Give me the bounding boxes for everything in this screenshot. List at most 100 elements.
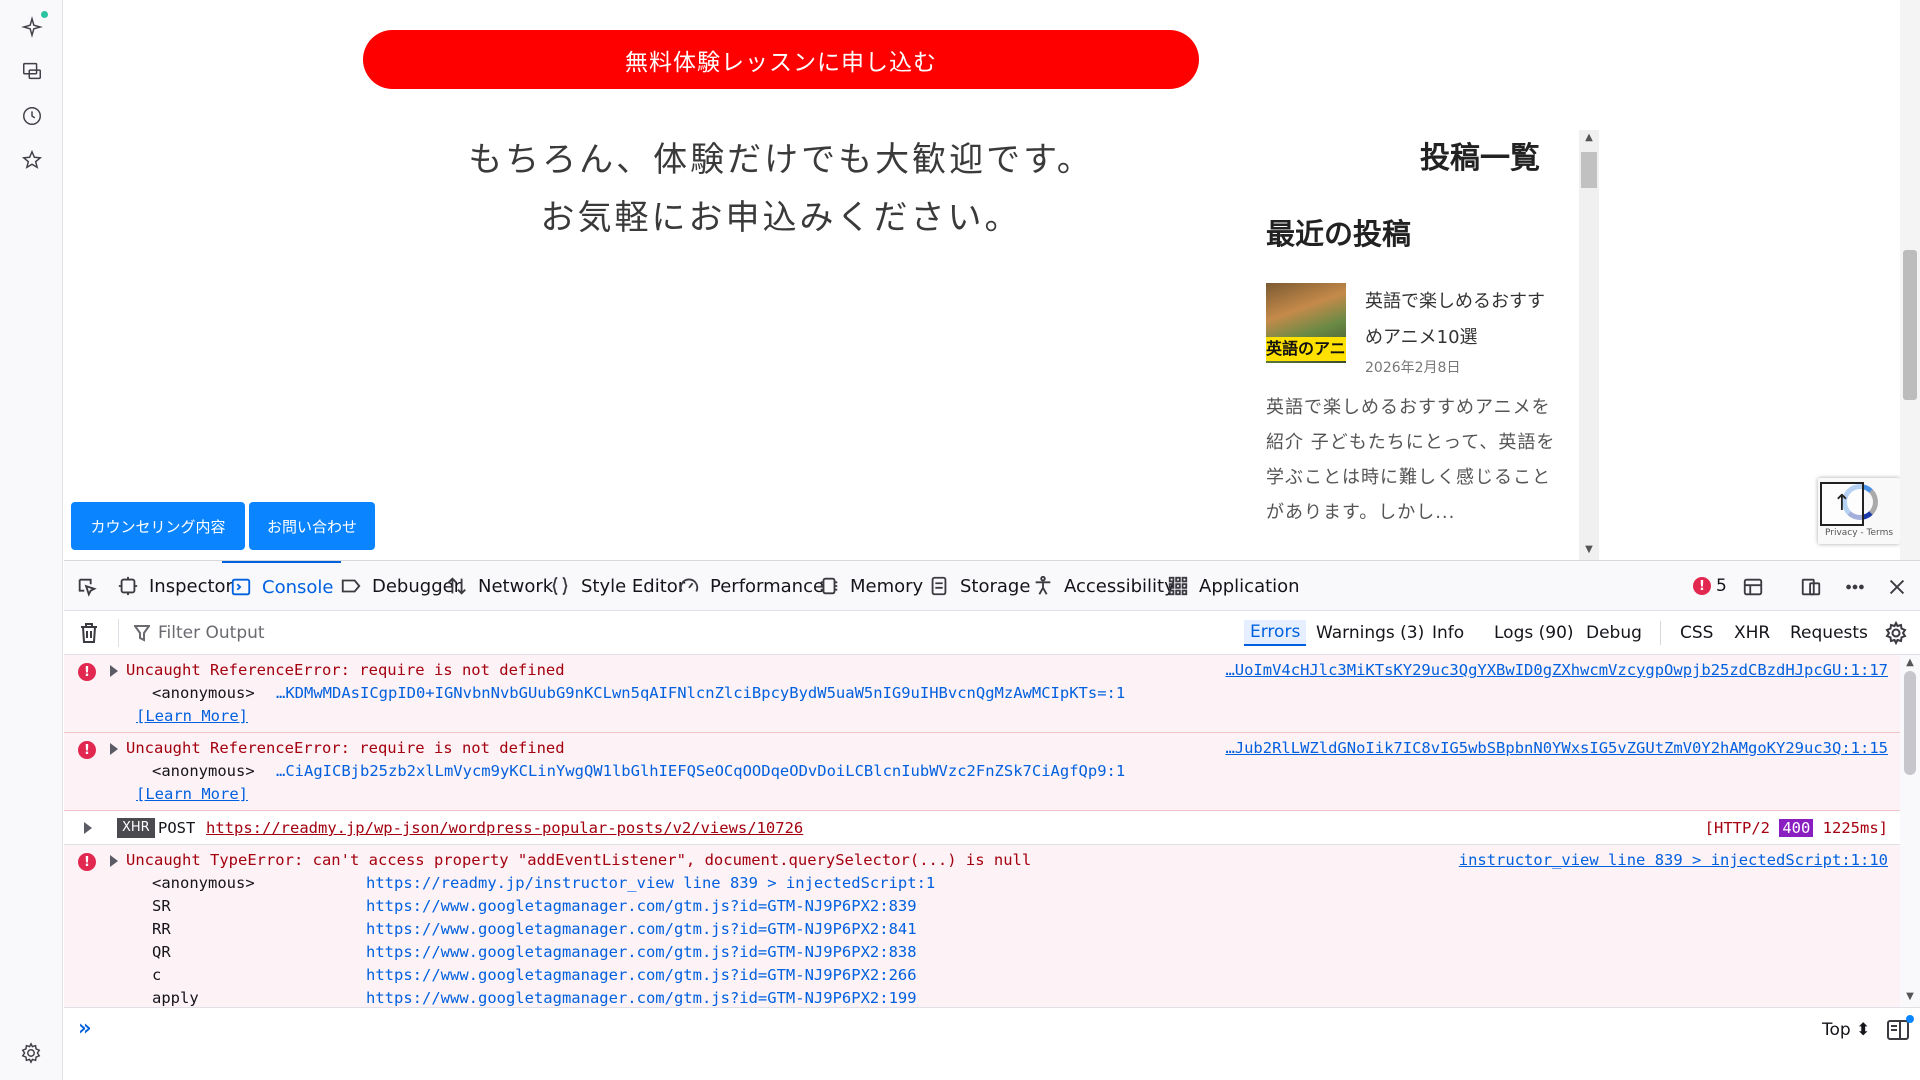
- history-icon[interactable]: [19, 103, 45, 129]
- learn-more-link[interactable]: [Learn More]: [136, 707, 248, 725]
- filter-requests[interactable]: Requests: [1784, 620, 1874, 646]
- synced-tabs-icon[interactable]: [19, 58, 45, 84]
- tab-performance[interactable]: Performance: [670, 561, 832, 611]
- console-input[interactable]: [110, 1016, 1710, 1044]
- stack-function: <anonymous>: [152, 762, 255, 780]
- expand-arrow-icon[interactable]: [110, 665, 118, 677]
- divider: [1660, 621, 1661, 645]
- error-count-badge[interactable]: ! 5: [1693, 573, 1727, 599]
- recaptcha-terms[interactable]: Privacy - Terms: [1818, 528, 1900, 538]
- split-console-icon[interactable]: [1740, 574, 1766, 600]
- tab-application[interactable]: Application: [1159, 561, 1308, 611]
- contact-button[interactable]: お問い合わせ: [249, 502, 375, 550]
- context-selector[interactable]: Top ⬍: [1822, 1020, 1870, 1040]
- scroll-down-icon[interactable]: ▼: [1904, 991, 1916, 1003]
- error-source-link[interactable]: …UoImV4cHJlc3MiKTsKY29uc3QgYXBwID0gZXhwc…: [1225, 661, 1888, 679]
- tab-memory[interactable]: Memory: [810, 561, 931, 611]
- window-scrollbar[interactable]: [1900, 0, 1920, 560]
- xhr-status-code: 400: [1779, 819, 1814, 837]
- filter-logs[interactable]: Logs (90): [1488, 620, 1580, 646]
- devtools-toolbar: Inspector Console Debugger Network Style…: [64, 561, 1920, 611]
- tab-inspector-label: Inspector: [149, 575, 233, 597]
- stack-location-link[interactable]: https://www.googletagmanager.com/gtm.js?…: [366, 897, 917, 915]
- post-title-link[interactable]: 英語で楽しめるおすすめアニメ10選: [1365, 284, 1550, 356]
- xhr-duration: 1225ms]: [1822, 819, 1888, 837]
- element-picker-icon[interactable]: [74, 574, 100, 600]
- free-trial-button[interactable]: 無料体験レッスンに申し込む: [363, 30, 1199, 89]
- clear-console-icon[interactable]: [78, 621, 100, 645]
- tab-storage[interactable]: Storage: [920, 561, 1038, 611]
- stack-location-link[interactable]: https://www.googletagmanager.com/gtm.js?…: [366, 989, 917, 1007]
- scroll-down-icon[interactable]: ▼: [1583, 544, 1595, 556]
- close-devtools-icon[interactable]: [1884, 574, 1910, 600]
- post-excerpt: 英語で楽しめるおすすめアニメを紹介 子どもたちにとって、英語を学ぶことは時に難し…: [1266, 397, 1556, 523]
- console-scrollbar-thumb[interactable]: [1904, 671, 1916, 775]
- error-source-link[interactable]: instructor_view line 839 > injectedScrip…: [1459, 851, 1888, 869]
- xhr-url-link[interactable]: https://readmy.jp/wp-json/wordpress-popu…: [206, 819, 803, 837]
- console-error-message[interactable]: ! Uncaught TypeError: can't access prope…: [64, 845, 1900, 1007]
- console-output[interactable]: ! Uncaught ReferenceError: require is no…: [64, 655, 1900, 1007]
- post-date: 2026年2月8日: [1365, 360, 1461, 376]
- gauge-icon: [679, 578, 699, 592]
- console-xhr-message[interactable]: XHR POST https://readmy.jp/wp-json/wordp…: [64, 811, 1900, 845]
- bookmarks-icon[interactable]: [19, 147, 45, 173]
- console-error-message[interactable]: ! Uncaught ReferenceError: require is no…: [64, 733, 1900, 811]
- storage-icon: [931, 576, 947, 596]
- error-text: Uncaught ReferenceError: require is not …: [126, 661, 565, 679]
- back-to-top-button[interactable]: ↑: [1820, 482, 1864, 526]
- expand-arrow-icon[interactable]: [110, 855, 118, 867]
- console-settings-icon[interactable]: [1884, 620, 1908, 646]
- stack-location-link[interactable]: https://readmy.jp/instructor_view line 8…: [366, 874, 935, 892]
- learn-more-link[interactable]: [Learn More]: [136, 785, 248, 803]
- xhr-status[interactable]: [HTTP/2 400 1225ms]: [1705, 819, 1888, 837]
- stack-location-link[interactable]: https://www.googletagmanager.com/gtm.js?…: [366, 943, 917, 961]
- window-scrollbar-thumb[interactable]: [1903, 250, 1917, 400]
- settings-icon[interactable]: [20, 1042, 42, 1064]
- tab-application-label: Application: [1199, 575, 1300, 597]
- responsive-design-icon[interactable]: [1798, 574, 1824, 600]
- post-thumbnail[interactable]: 英語のアニメ: [1266, 283, 1346, 363]
- posts-list-heading: 投稿一覧: [1420, 141, 1540, 176]
- expand-arrow-icon[interactable]: [110, 743, 118, 755]
- browser-sidebar: [0, 0, 63, 1080]
- filter-output-input[interactable]: [136, 619, 736, 647]
- error-text: Uncaught TypeError: can't access propert…: [126, 851, 1032, 869]
- filter-css[interactable]: CSS: [1674, 620, 1719, 646]
- error-source-link[interactable]: …Jub2RlLWZldGNoIik7IC8vIG5wbSBpbnN0YWxsI…: [1225, 739, 1888, 757]
- divider: [118, 619, 119, 647]
- filter-xhr[interactable]: XHR: [1728, 620, 1776, 646]
- filter-debug[interactable]: Debug: [1580, 620, 1648, 646]
- expand-arrow-icon[interactable]: [84, 822, 92, 834]
- webpage-viewport: 無料体験レッスンに申し込む もちろん、体験だけでも大歓迎です。 お気軽にお申込み…: [64, 0, 1920, 560]
- stack-location-link[interactable]: …KDMwMDAsICgpID0+IGNvbnNvbGUubG9nKCLwn5q…: [276, 684, 1125, 702]
- sidebar-scrollbar[interactable]: ▲ ▼: [1579, 130, 1599, 560]
- stack-function: <anonymous>: [152, 684, 255, 702]
- filter-warnings[interactable]: Warnings (3): [1310, 620, 1430, 646]
- braces-icon: [552, 576, 568, 596]
- tab-console[interactable]: Console: [222, 561, 342, 611]
- notification-dot: [1906, 1015, 1914, 1023]
- stack-location-link[interactable]: …CiAgICBjb25zb2xlLmVycm9yKCLinYwgQW1lbGl…: [276, 762, 1125, 780]
- console-filter-bar: Errors Warnings (3) Info Logs (90) Debug…: [64, 611, 1920, 655]
- filter-errors[interactable]: Errors: [1244, 620, 1307, 646]
- scrollbar-thumb[interactable]: [1581, 152, 1597, 188]
- more-options-icon[interactable]: [1842, 574, 1868, 600]
- console-prompt-icon: »: [78, 1016, 92, 1041]
- memory-chip-icon: [820, 577, 838, 595]
- application-grid-icon: [1168, 576, 1188, 596]
- error-icon: !: [1693, 577, 1711, 595]
- error-text: Uncaught ReferenceError: require is not …: [126, 739, 565, 757]
- counseling-button[interactable]: カウンセリング内容: [71, 502, 245, 550]
- stack-location-link[interactable]: https://www.googletagmanager.com/gtm.js?…: [366, 966, 917, 984]
- console-error-message[interactable]: ! Uncaught ReferenceError: require is no…: [64, 655, 1900, 733]
- recent-posts-heading: 最近の投稿: [1266, 217, 1412, 251]
- console-sidebar-icon[interactable]: [1886, 1015, 1914, 1042]
- ai-sparkle-icon[interactable]: [19, 14, 45, 40]
- filter-info[interactable]: Info: [1426, 620, 1470, 646]
- console-scrollbar[interactable]: ▲ ▼: [1900, 655, 1920, 1007]
- scroll-up-icon[interactable]: ▲: [1904, 657, 1916, 669]
- network-icon: [448, 577, 466, 595]
- stack-location-link[interactable]: https://www.googletagmanager.com/gtm.js?…: [366, 920, 917, 938]
- scroll-up-icon[interactable]: ▲: [1583, 132, 1595, 144]
- console-input-bar: » Top ⬍: [64, 1007, 1920, 1080]
